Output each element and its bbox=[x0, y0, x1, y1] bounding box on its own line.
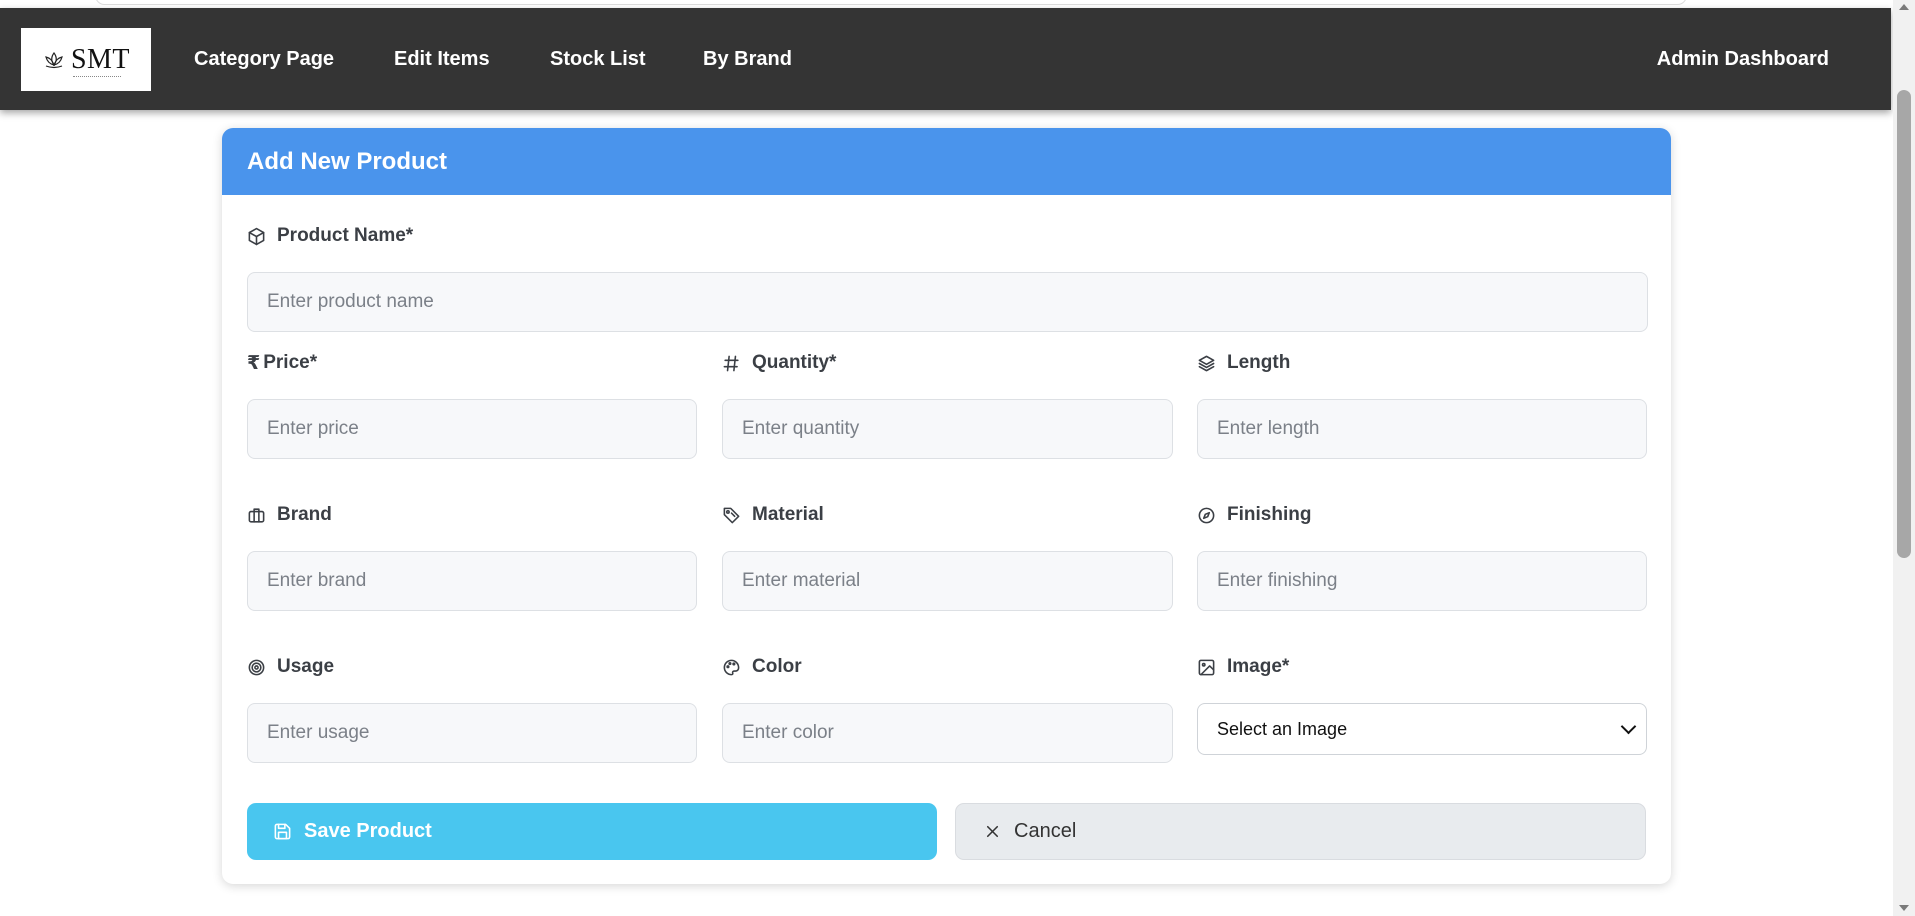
compass-icon bbox=[1198, 507, 1215, 523]
image-label: Image* bbox=[1197, 654, 1289, 680]
chevron-down-icon bbox=[1620, 718, 1637, 735]
usage-label: Usage bbox=[247, 654, 334, 680]
price-input[interactable] bbox=[247, 399, 697, 459]
palette-icon bbox=[723, 659, 740, 675]
length-input[interactable] bbox=[1197, 399, 1647, 459]
material-label: Material bbox=[722, 502, 824, 528]
rupee-icon: ₹ bbox=[247, 352, 261, 374]
image-label-text: Image* bbox=[1227, 656, 1290, 677]
finishing-input[interactable] bbox=[1197, 551, 1647, 611]
save-icon bbox=[274, 823, 291, 840]
brand-input[interactable] bbox=[247, 551, 697, 611]
briefcase-icon bbox=[248, 507, 265, 523]
product-name-label: Product Name* bbox=[247, 223, 413, 249]
save-product-label: Save Product bbox=[304, 820, 432, 842]
quantity-input[interactable] bbox=[722, 399, 1173, 459]
usage-label-text: Usage bbox=[277, 656, 335, 677]
cancel-button[interactable]: Cancel bbox=[955, 803, 1646, 860]
nav-stock-list[interactable]: Stock List bbox=[550, 48, 646, 71]
length-label: Length bbox=[1197, 350, 1290, 376]
layers-icon bbox=[1198, 355, 1215, 371]
cancel-label: Cancel bbox=[1014, 820, 1077, 842]
price-label: ₹ Price* bbox=[247, 350, 317, 376]
color-input[interactable] bbox=[722, 703, 1173, 763]
color-label-text: Color bbox=[752, 656, 802, 677]
quantity-label-text: Quantity* bbox=[752, 352, 837, 373]
browser-chrome bbox=[0, 0, 1893, 8]
image-select[interactable]: Select an Image bbox=[1197, 703, 1647, 755]
product-name-input[interactable] bbox=[247, 272, 1648, 332]
product-name-label-text: Product Name* bbox=[277, 225, 414, 246]
card-header: Add New Product bbox=[222, 128, 1671, 195]
address-bar bbox=[95, 0, 1687, 5]
brand-logo[interactable]: SMT bbox=[21, 28, 151, 91]
lotus-icon bbox=[45, 51, 63, 68]
color-label: Color bbox=[722, 654, 802, 680]
card-title: Add New Product bbox=[247, 148, 448, 175]
material-label-text: Material bbox=[752, 504, 824, 525]
scroll-up-icon[interactable] bbox=[1899, 4, 1909, 10]
scrollbar-thumb[interactable] bbox=[1897, 90, 1911, 558]
hash-icon bbox=[723, 355, 739, 371]
quantity-label: Quantity* bbox=[722, 350, 836, 376]
tag-icon bbox=[723, 507, 740, 523]
save-product-button[interactable]: Save Product bbox=[247, 803, 937, 860]
image-icon bbox=[1198, 659, 1215, 675]
finishing-label-text: Finishing bbox=[1227, 504, 1312, 525]
target-icon bbox=[248, 659, 265, 675]
nav-admin-dashboard[interactable]: Admin Dashboard bbox=[1657, 48, 1829, 71]
nav-by-brand[interactable]: By Brand bbox=[703, 48, 792, 71]
box-icon bbox=[248, 227, 265, 245]
brand-label-text: Brand bbox=[277, 504, 332, 525]
page-scrollbar[interactable] bbox=[1893, 0, 1915, 916]
price-label-text: Price* bbox=[263, 352, 318, 373]
material-input[interactable] bbox=[722, 551, 1173, 611]
image-select-value: Select an Image bbox=[1217, 718, 1348, 739]
scroll-down-icon[interactable] bbox=[1899, 905, 1909, 911]
logo-text: SMT bbox=[70, 43, 131, 75]
usage-input[interactable] bbox=[247, 703, 697, 763]
navbar: SMT Category Page Edit Items Stock List … bbox=[0, 8, 1891, 110]
add-product-card: Add New Product Product Name* ₹ Price* Q… bbox=[222, 128, 1671, 884]
close-icon bbox=[986, 825, 999, 838]
brand-label: Brand bbox=[247, 502, 332, 528]
logo-tagline-line bbox=[73, 76, 121, 79]
nav-edit-items[interactable]: Edit Items bbox=[394, 48, 490, 71]
finishing-label: Finishing bbox=[1197, 502, 1311, 528]
nav-category-page[interactable]: Category Page bbox=[194, 48, 334, 71]
length-label-text: Length bbox=[1227, 352, 1291, 373]
